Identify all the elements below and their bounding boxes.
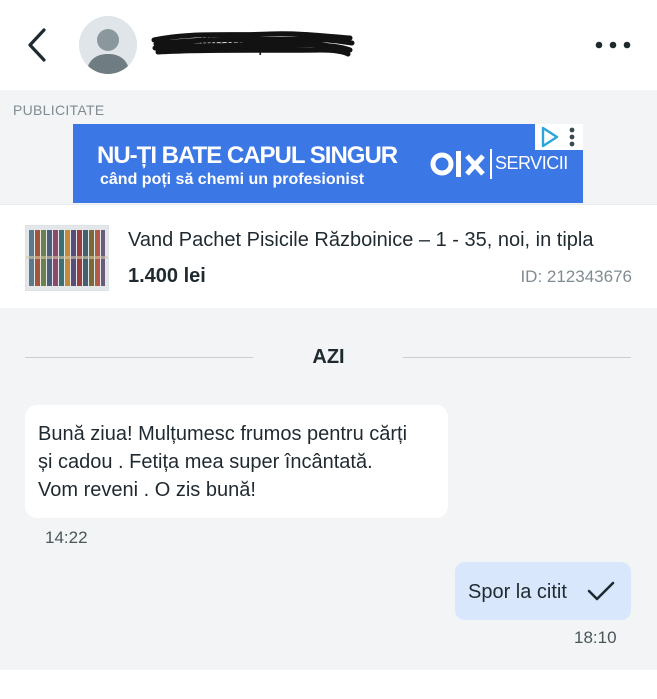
listing-id: ID: 212343676 [520,267,632,286]
message-line: Vom reveni . O zis bună! [38,479,256,501]
ad-subline: când poți să chemi un profesionist [100,171,365,188]
outgoing-timestamp: 18:10 [574,628,617,647]
outgoing-message[interactable]: Spor la citit [455,562,631,620]
day-divider-right [403,357,631,358]
listing-title[interactable]: Vand Pachet Pisicile Războinice – 1 - 35… [128,229,593,252]
listing-card[interactable]: Vand Pachet Pisicile Războinice – 1 - 35… [0,204,657,309]
books-thumbnail-image [26,226,108,290]
ad-brand-section: SERVICII [495,153,568,173]
ad-headline: NU-ȚI BATE CAPUL SINGUR [97,142,398,169]
incoming-timestamp: 14:22 [45,528,88,547]
redaction-scribble [151,31,355,57]
ad-section: PUBLICITATE NU-ȚI BATE CAPUL SINGUR când… [0,90,657,204]
adchoices-icon [541,126,575,148]
chat-header: Pisicilitahutpe [0,0,657,90]
olx-logo-mark [430,151,485,177]
incoming-message[interactable]: Bună ziua! Mulțumesc frumos pentru cărți… [25,405,448,518]
more-icon[interactable] [590,34,636,56]
message-text: Spor la citit [468,581,567,603]
check-icon [587,581,615,601]
contact-name-redacted[interactable]: Pisicilitahutpe [150,24,355,66]
message-line: și cadou . Fetița mea super încântată. [38,451,373,473]
chat-area[interactable]: AZI Bună ziua! Mulțumesc frumos pentru c… [0,308,657,699]
ad-separator [490,149,492,179]
back-icon[interactable] [22,26,52,64]
avatar[interactable] [79,16,137,74]
user-avatar-icon [79,16,137,74]
olx-logo [429,147,487,188]
message-line: Bună ziua! Mulțumesc frumos pentru cărți [38,423,408,445]
adchoices-badge[interactable] [535,124,583,150]
composer-area [0,670,657,699]
listing-thumbnail[interactable] [25,225,109,291]
listing-price: 1.400 lei [128,265,206,287]
ad-banner[interactable]: NU-ȚI BATE CAPUL SINGUR când poți să che… [73,124,583,203]
ad-label: PUBLICITATE [13,102,105,118]
